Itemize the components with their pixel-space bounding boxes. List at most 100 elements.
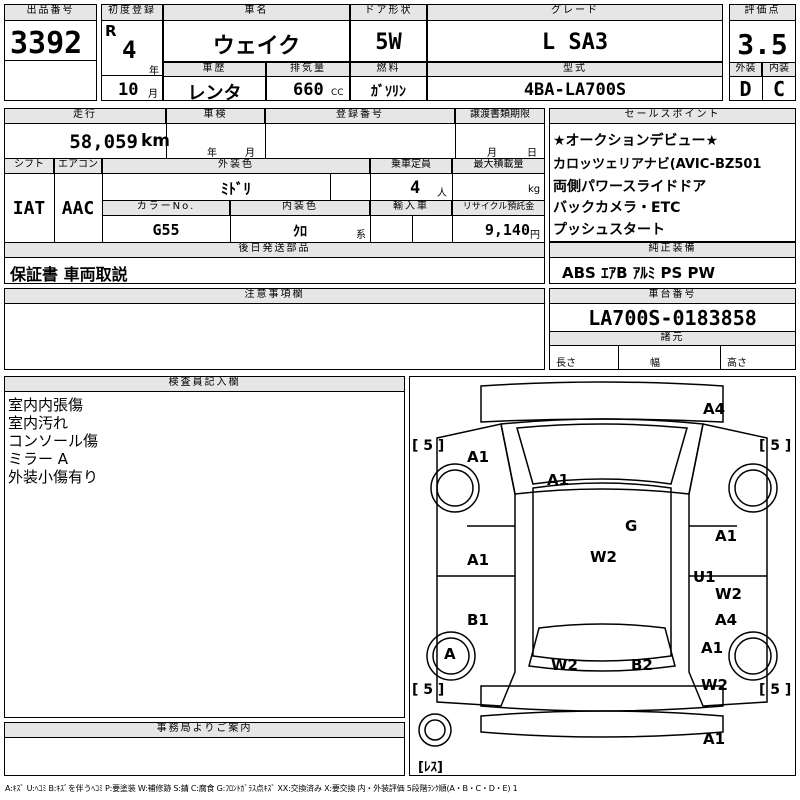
shift-label: シフト: [4, 158, 54, 174]
damage-mark: G: [625, 517, 638, 535]
damage-mark: A: [444, 645, 456, 663]
displacement: 660: [293, 80, 324, 100]
insp-year: 年: [207, 148, 217, 159]
ac-label: エアコン: [54, 158, 102, 174]
damage-mark: U1: [693, 568, 716, 586]
shift: IAT: [12, 198, 46, 219]
transfer-month: 月: [487, 148, 497, 159]
capacity-unit: 人: [437, 188, 447, 199]
car-diagram: [418, 381, 778, 747]
ac: AAC: [61, 198, 95, 219]
insp-month: 月: [245, 148, 255, 159]
chassis-number: LA700S-0183858: [588, 306, 757, 330]
tire-front-left: [ 5 ]: [412, 438, 445, 454]
ext-color-label: 外装色: [102, 158, 370, 174]
month-unit: 月: [148, 89, 158, 100]
spare-tire: [ﾚｽ]: [418, 760, 443, 775]
shift-divider: [54, 174, 55, 242]
damage-mark: A1: [467, 448, 490, 466]
office-label: 事務局よりご案内: [4, 722, 405, 738]
mileage-divider: [166, 124, 167, 158]
reg-year: 4: [122, 36, 137, 64]
sales-line: ★オークションデビュー★: [553, 133, 719, 149]
sales-line: 両側パワースライドドア: [553, 179, 707, 195]
damage-mark: B2: [631, 656, 653, 674]
history: レンタ: [187, 83, 242, 104]
capacity-label: 乗車定員: [370, 158, 452, 174]
later-label: 後日発送部品: [4, 242, 545, 258]
max-load-unit: kg: [528, 184, 541, 195]
first-reg-divider: [101, 75, 163, 76]
model: 4BA-LA700S: [523, 80, 627, 100]
color-no: G55: [152, 221, 180, 239]
front-right-wheel-inner: [734, 469, 772, 507]
reg-divider: [455, 124, 456, 158]
model-label: 型式: [427, 62, 723, 77]
import-split: [412, 216, 413, 242]
recycle: 9,140: [484, 221, 530, 239]
int-color: ｸﾛ: [293, 224, 307, 240]
dims-div-2: [720, 346, 721, 370]
history-label: 車歴: [163, 62, 266, 77]
cc-unit: CC: [331, 88, 344, 98]
max-load-label: 最大積載量: [452, 158, 545, 174]
chassis-label: 車台番号: [549, 288, 796, 304]
windshield-outline: [516, 423, 688, 485]
interior-label: 内装: [762, 62, 796, 77]
damage-mark: A1: [467, 551, 490, 569]
damage-mark: A1: [547, 471, 570, 489]
damage-mark: W2: [590, 548, 617, 566]
spare-wheel-inner: [424, 719, 446, 741]
capacity: 4: [410, 178, 421, 198]
sales-line: カロッツェリアナビ(AVIC-BZ501: [553, 157, 762, 172]
equipment-label: 純正装備: [549, 242, 796, 258]
ext-color-split: [330, 174, 331, 200]
reg-no-label: 登録番号: [265, 108, 455, 124]
lot-divider: [4, 60, 97, 61]
first-reg-label: 初度登録: [101, 4, 163, 21]
front-left-wheel: [430, 463, 480, 513]
car-name: ウェイク: [212, 34, 301, 59]
damage-mark: A1: [701, 639, 724, 657]
tire-front-right: [ 5 ]: [759, 438, 792, 454]
sales-label: セールスポイント: [549, 108, 796, 124]
legend: A:ｷｽﾞ U:ﾍｺﾐ B:ｷｽﾞを伴うﾍｺﾐ P:要塗装 W:補修跡 S:錆 …: [5, 784, 518, 793]
rear-bumper-outline: [480, 685, 724, 712]
inspector-line: 外装小傷有り: [8, 468, 99, 486]
length-label: 長さ: [556, 358, 576, 369]
dims-label: 諸元: [549, 331, 796, 346]
int-color-unit: 系: [356, 230, 366, 241]
score-label: 評価点: [729, 4, 796, 21]
spare-wheel: [418, 713, 452, 747]
front-right-wheel: [728, 463, 778, 513]
damage-mark: A4: [703, 400, 726, 418]
front-bumper-outline: [480, 381, 724, 423]
width-label: 幅: [650, 358, 660, 369]
reg-month: 10: [118, 80, 139, 100]
damage-mark: A1: [703, 730, 726, 748]
rear-right-wheel-inner: [734, 637, 772, 675]
color-no-label: カラーNo.: [102, 200, 230, 216]
damage-mark: W2: [551, 656, 578, 674]
inspector-label: 検査員記入欄: [4, 376, 405, 392]
tire-rear-left: [ 5 ]: [412, 682, 445, 698]
mileage-label: 走行: [4, 108, 166, 124]
damage-mark: W2: [715, 585, 742, 603]
dims-div-1: [618, 346, 619, 370]
grade: L SA3: [541, 30, 609, 55]
damage-mark: W2: [701, 676, 728, 694]
interior-grade: C: [772, 77, 786, 101]
recycle-label: リサイクル預託金: [452, 200, 545, 216]
body-right-outline: [688, 423, 768, 707]
sales-line: バックカメラ・ETC: [553, 200, 681, 216]
era: R: [105, 22, 117, 40]
equipment: ABS ｴｱB ｱﾙﾐ PS PW: [562, 264, 716, 282]
score: 3.5: [737, 28, 788, 61]
insp-divider: [265, 124, 266, 158]
exterior-label: 外装: [729, 62, 762, 77]
front-left-wheel-inner: [436, 469, 474, 507]
recycle-unit: 円: [530, 230, 540, 241]
damage-mark: B1: [467, 611, 489, 629]
tire-rear-right: [ 5 ]: [759, 682, 792, 698]
lot-label: 出品番号: [4, 4, 97, 21]
